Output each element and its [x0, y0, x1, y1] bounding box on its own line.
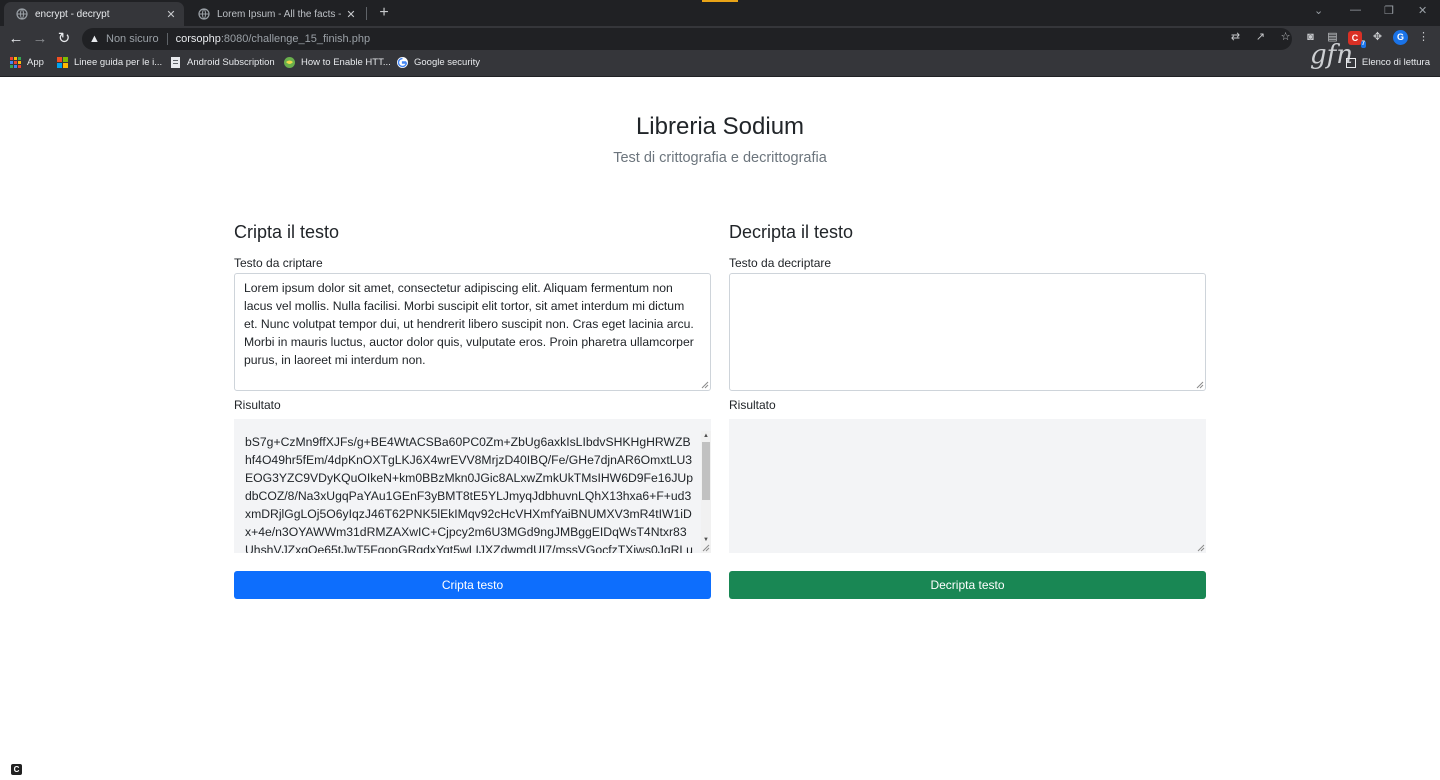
share-icon[interactable]: ↗: [1254, 31, 1267, 44]
tab-accent-bar: [702, 0, 738, 2]
decrypt-result-textarea[interactable]: [729, 419, 1206, 553]
microsoft-icon: [57, 57, 68, 68]
tab-lorem-ipsum[interactable]: Lorem Ipsum - All the facts - Lipsum ✕: [186, 2, 364, 26]
tab-encrypt-decrypt[interactable]: encrypt - decrypt ✕: [4, 2, 184, 26]
tab-search-chevron-icon[interactable]: ⌄: [1314, 4, 1323, 17]
warning-triangle-icon[interactable]: ▲: [89, 33, 103, 45]
page-title: Libreria Sodium: [635, 113, 805, 140]
bookmark-google-security[interactable]: Google security: [397, 57, 480, 68]
bookmark-label: Linee guida per le i...: [74, 57, 163, 68]
encrypt-result-value: bS7g+CzMn9ffXJFs/g+BE4WtACSBa60PC0Zm+ZbU…: [245, 435, 693, 553]
reading-list-button[interactable]: Elenco di lettura: [1345, 57, 1430, 68]
extension-corner-icon[interactable]: C: [11, 764, 22, 775]
page-icon: [170, 57, 181, 68]
decrypt-result-label: Risultato: [729, 398, 776, 412]
url-path: :8080/challenge_15_finish.php: [220, 33, 371, 45]
page-content: Libreria Sodium Test di crittografia e d…: [0, 77, 1440, 780]
bookmarks-bar: App Linee guida per le i... Android Subs…: [0, 52, 1440, 77]
encrypt-button[interactable]: Cripta testo: [234, 571, 711, 599]
address-separator: [166, 33, 168, 45]
forward-arrow-icon[interactable]: →: [32, 31, 48, 47]
back-arrow-icon[interactable]: ←: [8, 31, 24, 47]
scroll-up-icon[interactable]: ▲: [701, 431, 711, 441]
reload-icon[interactable]: ↻: [56, 31, 72, 47]
decrypt-input-textarea[interactable]: [729, 273, 1206, 391]
encrypt-result-textarea[interactable]: bS7g+CzMn9ffXJFs/g+BE4WtACSBa60PC0Zm+ZbU…: [234, 419, 711, 553]
bookmark-app[interactable]: App: [10, 57, 44, 68]
tab-title: Lorem Ipsum - All the facts - Lipsum: [217, 8, 344, 20]
decrypt-heading: Decripta il testo: [729, 222, 854, 242]
bookmark-android-subscription[interactable]: Android Subscription: [170, 57, 275, 68]
resize-grip-icon[interactable]: [702, 544, 710, 552]
encrypt-heading: Cripta il testo: [234, 222, 340, 242]
address-bar[interactable]: ▲ Non sicuro corsophp:8080/challenge_15_…: [82, 28, 1292, 50]
security-label[interactable]: Non sicuro: [106, 33, 159, 45]
resize-grip-icon[interactable]: [1197, 544, 1205, 552]
browser-toolbar: ← → ↻ ▲ Non sicuro corsophp:8080/challen…: [0, 26, 1440, 52]
translate-icon[interactable]: ⇄: [1229, 31, 1242, 44]
bookmark-label: App: [27, 57, 44, 68]
globe-green-icon: [284, 57, 295, 68]
restore-icon[interactable]: ❐: [1384, 4, 1394, 17]
bookmark-label: Android Subscription: [187, 57, 275, 68]
result-scrollbar[interactable]: ▲ ▼: [701, 431, 711, 553]
close-tab-icon[interactable]: ✕: [164, 8, 178, 21]
bookmark-label: Google security: [414, 57, 481, 68]
tab-title: encrypt - decrypt: [35, 8, 110, 20]
resize-grip-icon[interactable]: [701, 381, 709, 389]
url-host: corsophp: [175, 33, 221, 45]
bookmark-how-to-enable[interactable]: How to Enable HTT...: [284, 57, 391, 68]
omnibox-actions: ⇄ ↗ ☆: [1229, 31, 1292, 44]
watermark-logo: gfn: [1310, 40, 1354, 70]
minimize-icon[interactable]: —: [1350, 4, 1361, 16]
close-window-icon[interactable]: ✕: [1418, 4, 1427, 17]
page-subtitle: Test di crittografia e decrittografia: [613, 150, 827, 166]
decrypt-result-value: [729, 419, 1206, 433]
encrypt-result-label: Risultato: [234, 398, 281, 412]
close-tab-icon[interactable]: ✕: [344, 8, 358, 21]
encrypt-column: Cripta il testo Testo da criptare Lorem …: [234, 222, 711, 599]
globe-icon: [16, 8, 28, 20]
bookmark-linee-guida[interactable]: Linee guida per le i...: [57, 57, 162, 68]
new-tab-icon[interactable]: +: [374, 3, 394, 23]
bookmark-label: How to Enable HTT...: [301, 57, 391, 68]
encrypt-input-textarea[interactable]: Lorem ipsum dolor sit amet, consectetur …: [234, 273, 711, 391]
decrypt-input-label: Testo da decriptare: [729, 256, 832, 270]
globe-icon: [198, 8, 210, 20]
encrypt-input-label: Testo da criptare: [234, 256, 323, 270]
scrollbar-thumb[interactable]: [702, 442, 710, 500]
decrypt-button[interactable]: Decripta testo: [729, 571, 1206, 599]
reading-list-label: Elenco di lettura: [1361, 57, 1430, 68]
google-icon: [397, 57, 408, 68]
profile-avatar[interactable]: G: [1393, 30, 1408, 45]
kebab-menu-icon[interactable]: ⋮: [1417, 31, 1430, 44]
decrypt-column: Decripta il testo Testo da decriptare Ri…: [729, 222, 1206, 599]
resize-grip-icon[interactable]: [1196, 381, 1204, 389]
decrypt-input-value: [730, 274, 1205, 284]
puzzle-extensions-icon[interactable]: ✥: [1371, 31, 1384, 44]
tab-separator: [366, 7, 367, 20]
star-bookmark-icon[interactable]: ☆: [1279, 31, 1292, 44]
browser-tabstrip: encrypt - decrypt ✕ Lorem Ipsum - All th…: [0, 0, 1440, 26]
extension-badge-count: 7: [1360, 40, 1366, 48]
encrypt-input-value: Lorem ipsum dolor sit amet, consectetur …: [244, 281, 694, 367]
apps-grid-icon: [10, 57, 21, 68]
